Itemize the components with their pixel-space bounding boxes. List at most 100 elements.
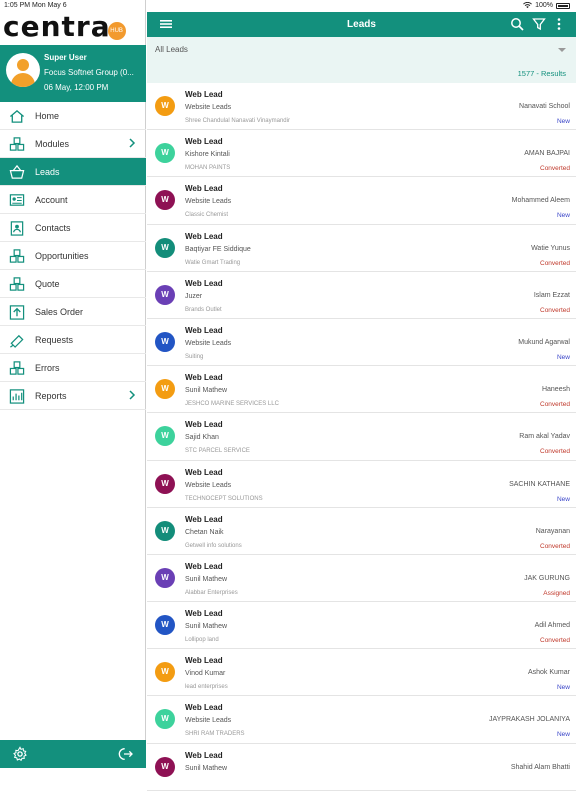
sidebar-item-sales-order[interactable]: Sales Order — [0, 298, 146, 326]
lead-owner: Mohammed Aleem — [511, 197, 570, 205]
lead-title: Web Lead — [185, 325, 223, 335]
sidebar-item-modules[interactable]: Modules — [0, 130, 146, 158]
lead-row[interactable]: W Web Lead Juzer Brands Outlet Islam Ezzat Co… — [147, 272, 576, 319]
lead-source: Sajid Khan — [185, 434, 219, 442]
logo-text: centra — [3, 10, 111, 43]
chevron-down-icon[interactable] — [558, 48, 566, 52]
lead-title: Web Lead — [185, 137, 223, 147]
lead-avatar: W — [155, 473, 175, 494]
lead-row[interactable]: W Web Lead Sajid Khan STC PARCEL SERVICE Ram… — [147, 413, 576, 461]
sidebar-item-label: Quote — [35, 278, 60, 289]
lead-source: Sunil Mathew — [185, 623, 228, 631]
lead-source: Sunil Mathew — [185, 387, 228, 395]
lead-row[interactable]: W Web Lead Sunil Mathew Shahid Alam Bhatti — [147, 744, 576, 791]
sidebar-item-label: Errors — [35, 362, 60, 373]
chevron-right-icon — [129, 138, 136, 148]
battery-icon — [556, 2, 570, 9]
sidebar-item-errors[interactable]: Errors — [0, 354, 146, 382]
lead-row[interactable]: W Web Lead Website Leads Classic Chemist Moh… — [147, 177, 576, 225]
errors-icon — [8, 360, 26, 376]
lead-company: Lollipop land — [185, 637, 219, 644]
lead-status: Converted — [540, 306, 570, 314]
wifi-icon — [523, 2, 532, 9]
lead-company: TECHNOCEPT SOLUTIONS — [185, 495, 263, 502]
lead-company: Brands Outlet — [185, 306, 222, 313]
lead-row[interactable]: W Web Lead Website Leads SHRI RAM TRADERS JA… — [147, 696, 576, 744]
lead-source: Juzer — [185, 292, 203, 300]
lead-avatar: W — [155, 331, 175, 352]
sidebar-item-quote[interactable]: Quote — [0, 270, 146, 298]
search-icon[interactable] — [510, 17, 524, 31]
lead-title: Web Lead — [185, 467, 223, 477]
lead-title: Web Lead — [185, 609, 223, 619]
lead-source: Sunil Mathew — [185, 575, 228, 583]
lead-owner: Mukund Agarwal — [518, 338, 570, 346]
more-options-icon[interactable] — [552, 17, 566, 31]
lead-filter-select[interactable]: All Leads — [155, 45, 188, 54]
lead-row[interactable]: W Web Lead Website Leads Shree Chandulal Na… — [147, 83, 576, 131]
lead-owner: AMAN BAJPAI — [524, 150, 570, 158]
lead-source: Baqtiyar FE Siddique — [185, 245, 251, 253]
lead-title: Web Lead — [185, 373, 223, 383]
lead-title: Web Lead — [185, 278, 223, 288]
lead-source: Website Leads — [185, 717, 232, 725]
lead-title: Web Lead — [185, 420, 223, 430]
user-profile[interactable]: Super User Focus Softnet Group (0... 06 … — [0, 45, 146, 102]
sidebar-item-label: Account — [35, 194, 68, 205]
sidebar-item-account[interactable]: Account — [0, 186, 146, 214]
lead-avatar: W — [155, 709, 175, 730]
lead-title: Web Lead — [185, 750, 223, 760]
filter-bar: All Leads 1577 - Results — [147, 37, 576, 83]
lead-status: New — [556, 684, 570, 692]
lead-avatar: W — [155, 143, 175, 164]
lead-owner: Adil Ahmed — [534, 622, 570, 630]
lead-row[interactable]: W Web Lead Website Leads TECHNOCEPT SOLUTIO… — [147, 461, 576, 508]
lead-company: MOHAN PAINTS — [185, 165, 231, 172]
main-panel: Leads All Leads 1577 - Results W Web Lead… — [147, 0, 576, 791]
quote-icon — [8, 276, 26, 292]
lead-row[interactable]: W Web Lead Chetan Naik Getwell info solutio… — [147, 508, 576, 555]
sidebar-item-home[interactable]: Home — [0, 102, 146, 130]
lead-title: Web Lead — [185, 90, 223, 99]
lead-row[interactable]: W Web Lead Vinod Kumar lead enterprises Asho… — [147, 649, 576, 697]
lead-avatar: W — [155, 379, 175, 400]
logout-icon[interactable] — [118, 746, 134, 762]
lead-avatar: W — [155, 96, 175, 116]
sidebar-item-requests[interactable]: Requests — [0, 326, 146, 354]
filter-icon[interactable] — [532, 17, 546, 31]
sidebar-item-leads[interactable]: Leads — [0, 158, 146, 186]
top-bar: Leads — [147, 12, 576, 37]
user-name: Super User — [44, 53, 87, 62]
lead-source: Website Leads — [185, 198, 232, 206]
lead-avatar: W — [155, 662, 175, 683]
sidebar-item-contacts[interactable]: Contacts — [0, 214, 146, 242]
lead-company: Shree Chandulal Nanavati Vinaymandir — [185, 118, 290, 124]
sidebar-footer — [0, 740, 146, 768]
user-org: Focus Softnet Group (0... — [44, 68, 134, 77]
lead-row[interactable]: W Web Lead Kishore Kintali MOHAN PAINTS AMAN… — [147, 130, 576, 178]
sidebar-item-label: Modules — [35, 138, 70, 149]
battery-indicator: 100% — [523, 2, 570, 9]
lead-owner: Haneesh — [541, 386, 570, 394]
lead-row[interactable]: W Web Lead Sunil Mathew Lollipop land Adil A… — [147, 602, 576, 650]
lead-row[interactable]: W Web Lead Sunil Mathew JESHCO MARINE SERVI… — [147, 366, 576, 414]
contacts-icon — [8, 220, 26, 236]
lead-row[interactable]: W Web Lead Baqtiyar FE Siddique Watie Gmart… — [147, 225, 576, 272]
lead-status: New — [556, 731, 570, 739]
lead-row[interactable]: W Web Lead Website Leads Suiting Mukund Agar… — [147, 319, 576, 367]
lead-company: JESHCO MARINE SERVICES LLC — [185, 401, 279, 408]
lead-company: STC PARCEL SERVICE — [185, 448, 250, 455]
lead-title: Web Lead — [185, 656, 223, 666]
lead-row[interactable]: W Web Lead Sunil Mathew Alabbar Enterprises… — [147, 555, 576, 603]
gear-icon[interactable] — [12, 746, 28, 762]
requests-icon — [8, 332, 26, 348]
lead-status: Converted — [540, 637, 570, 645]
sidebar-item-reports[interactable]: Reports — [0, 382, 146, 410]
lead-title: Web Lead — [185, 561, 223, 571]
lead-company: Alabbar Enterprises — [185, 589, 238, 596]
sidebar-item-opportunities[interactable]: Opportunities — [0, 242, 146, 270]
home-icon — [8, 108, 26, 124]
sidebar-item-label: Opportunities — [35, 250, 89, 261]
opportunities-icon — [8, 248, 26, 264]
lead-owner: Nanavati School — [519, 103, 570, 110]
